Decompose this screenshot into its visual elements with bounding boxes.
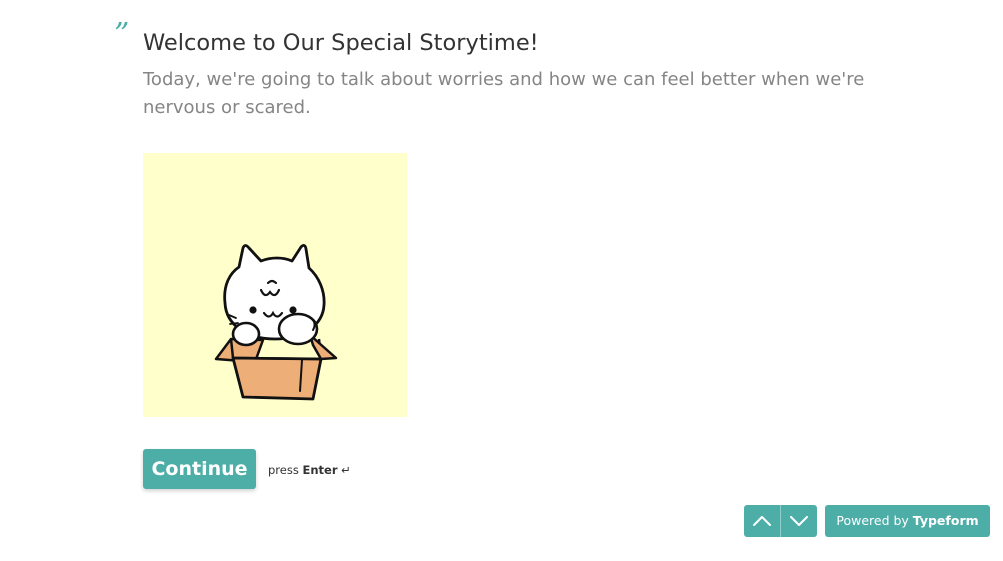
question-description: Today, we're going to talk about worries… [143, 69, 865, 118]
enter-key-icon: ↵ [341, 463, 351, 477]
typeform-brand: Typeform [912, 513, 979, 528]
powered-by-typeform-link[interactable]: Powered by Typeform [825, 505, 990, 537]
next-question-button[interactable] [781, 505, 817, 537]
question-title: Welcome to Our Special Storytime! [143, 30, 539, 56]
quote-mark-icon: ” [114, 17, 130, 52]
enter-hint: press Enter ↵ [268, 463, 351, 477]
question-navigation [744, 505, 817, 537]
question-image [143, 153, 407, 417]
enter-hint-prefix: press [268, 463, 299, 477]
continue-button[interactable]: Continue [143, 449, 256, 489]
typeform-page: ” Welcome to Our Special Storytime! Toda… [0, 0, 1003, 561]
chevron-down-icon [790, 516, 808, 526]
previous-question-button[interactable] [744, 505, 780, 537]
cat-in-box-illustration [214, 244, 338, 401]
chevron-up-icon [753, 516, 771, 526]
enter-hint-key: Enter [302, 463, 338, 477]
powered-by-prefix: Powered by [836, 513, 909, 528]
